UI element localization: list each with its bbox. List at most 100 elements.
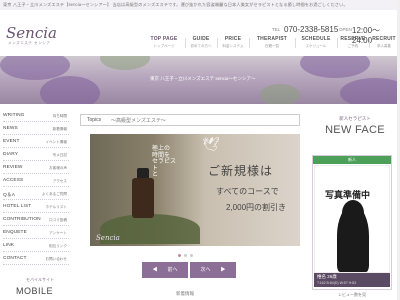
therapist-photo[interactable]: 写真準備中 — [314, 165, 390, 273]
sidebar-item-sublabel: 相互リンク — [49, 244, 67, 248]
nav-price[interactable]: PRICE 料金システム — [218, 36, 248, 52]
nav-reserve[interactable]: RESERVE ご予約 — [338, 36, 368, 52]
silhouette-body — [337, 206, 369, 272]
sidebar-item-sublabel: アクセス — [52, 179, 67, 183]
nav-label: RECRUIT — [372, 36, 396, 42]
nav-top-page[interactable]: TOP PAGE トップページ — [144, 36, 184, 52]
slide-line-3: 2,000円の割引き — [226, 203, 287, 212]
therapist-name: 椎名 26歳 — [317, 274, 337, 279]
sidebar-item-label: CONTACT — [3, 256, 27, 261]
review-link[interactable]: レビュー数を見 — [312, 292, 392, 298]
nav-sublabel: 料金システム — [222, 44, 244, 48]
sidebar-item-hotel-list[interactable]: HOTEL LIST ホテルリスト — [3, 203, 69, 213]
next-button[interactable]: 次へ ▶ — [190, 262, 236, 278]
new-face-subtitle: 新人セラピスト — [339, 116, 371, 121]
sidebar-item-label: DIARY — [3, 152, 19, 157]
promo-slide[interactable]: 極上の 時間を セラピスト と 🕊 ご新規様は すべてのコースで 2,000円の… — [90, 134, 300, 246]
hero-banner: 東京 八王子・立川メンズエステ sencia～センシア～ — [0, 56, 400, 104]
sidebar-item-label: ENQUETE — [3, 230, 27, 235]
sidebar-item-diary[interactable]: DIARY 写メ日記 — [3, 151, 69, 161]
slide-vertical-line: セラピスト — [152, 159, 177, 172]
sidebar-item-sublabel: 新着情報 — [52, 127, 67, 131]
sidebar-item-qa[interactable]: Q＆A よくあるご質問 — [3, 190, 69, 200]
slide-dot[interactable] — [184, 254, 187, 257]
sidebar-item-sublabel: ホテルリスト — [45, 205, 67, 209]
sidebar-item-label: ACCESS — [3, 178, 24, 183]
news-section-title: 新着情報 — [176, 291, 194, 296]
sidebar-item-sublabel: 写メ日記 — [52, 153, 67, 157]
nav-label: SCHEDULE — [301, 36, 331, 42]
nav-recruit[interactable]: RECRUIT 求人募集 — [370, 36, 398, 52]
nav-sublabel: 初めての方へ — [190, 44, 212, 48]
sidebar-item-event[interactable]: EVENT イベント情報 — [3, 138, 69, 148]
nav-sublabel: ご予約 — [347, 44, 359, 48]
sidebar-item-sublabel: お客様の声 — [49, 166, 67, 170]
tel-label: TEL — [272, 27, 281, 32]
sidebar-item-sublabel: アンケート — [49, 231, 67, 235]
therapist-info: 椎名 26歳 T:162 B:84(D) W:57 H:83 — [314, 273, 390, 287]
slide-headline: ご新規様は — [208, 164, 274, 178]
nav-sublabel: スケジュール — [305, 44, 327, 48]
slide-vertical-line: と — [152, 172, 159, 179]
top-notice-bar: 東京 八王子・立川メンズエステ【sencia～センシア～】 当店は高級型のメンズ… — [0, 0, 400, 10]
nav-sublabel: トップページ — [153, 44, 175, 48]
tel-number[interactable]: 070-2338-5815 — [284, 25, 338, 34]
sidebar-item-sublabel: 待ち時間 — [52, 114, 67, 118]
prev-button[interactable]: ◀ 前へ — [142, 262, 188, 278]
sidebar-item-news[interactable]: NEWS 新着情報 — [3, 125, 69, 135]
lavender-decoration — [40, 76, 100, 104]
photo-placeholder-text: 写真準備中 — [325, 190, 371, 200]
sidebar-item-label: WRITING — [3, 113, 25, 118]
nav-label: PRICE — [224, 36, 242, 42]
nav-sublabel: 求人募集 — [377, 44, 391, 48]
topics-text[interactable]: ～高級型メンズエステ～ — [111, 117, 166, 124]
sidebar-item-contribution[interactable]: CONTRIBUTION 口コミ投稿 — [3, 216, 69, 226]
slide-brand: Sencia — [96, 234, 120, 242]
slide-dot[interactable] — [190, 254, 193, 257]
nav-label: THERAPIST — [256, 36, 288, 42]
leaf-decoration — [100, 56, 150, 70]
nav-therapist[interactable]: THERAPIST 在籍一覧 — [250, 36, 294, 52]
topics-bar: Topics ～高級型メンズエステ～ — [80, 114, 300, 126]
lavender-decoration — [340, 78, 400, 104]
sidebar-item-label: LINK — [3, 243, 15, 248]
sidebar-item-link[interactable]: LINK 相互リンク — [3, 242, 69, 252]
sidebar-item-access[interactable]: ACCESS アクセス — [3, 177, 69, 187]
sidebar-item-writing[interactable]: WRITING 待ち時間 — [3, 112, 69, 122]
sidebar-item-sublabel: お問い合わせ — [45, 257, 67, 261]
slide-vertical-line: 極上の — [152, 146, 171, 152]
sidebar-item-sublabel: よくあるご質問 — [41, 192, 67, 196]
sidebar-item-label: EVENT — [3, 139, 20, 144]
nav-label: TOP PAGE — [150, 36, 178, 42]
nav-sublabel: 在籍一覧 — [265, 44, 279, 48]
sidebar-item-enquete[interactable]: ENQUETE アンケート — [3, 229, 69, 239]
sidebar-item-sublabel: イベント情報 — [45, 140, 67, 144]
new-face-title: NEW FACE — [325, 124, 385, 136]
nav-label: RESERVE — [340, 36, 366, 42]
slide-line-2: すべてのコースで — [216, 187, 279, 196]
sidebar-item-review[interactable]: REVIEW お客様の声 — [3, 164, 69, 174]
therapist-measurements: T:162 B:84(D) W:57 H:83 — [317, 281, 357, 285]
sidebar-item-label: REVIEW — [3, 165, 23, 170]
sidebar-item-label: CONTRIBUTION — [3, 217, 41, 222]
leaf-decoration — [260, 84, 300, 104]
topics-label: Topics — [87, 117, 102, 123]
top-notice-text: 東京 八王子・立川メンズエステ【sencia～センシア～】 当店は高級型のメンズ… — [3, 2, 348, 7]
new-badge: 新人 — [313, 156, 391, 164]
open-label: OPEN — [339, 27, 352, 32]
site-logo[interactable]: Sencia — [6, 24, 57, 42]
slide-dot[interactable] — [178, 254, 181, 257]
nav-guide[interactable]: GUIDE 初めての方へ — [186, 36, 216, 52]
site-logo-subtitle: メンズエステ センシア — [8, 41, 51, 45]
sidebar-item-label: NEWS — [3, 126, 18, 131]
slide-vertical-text: 極上の 時間を セラピスト と — [152, 146, 176, 179]
lavender-decoration — [300, 56, 370, 78]
dove-icon: 🕊 — [202, 136, 220, 152]
nav-schedule[interactable]: SCHEDULE スケジュール — [296, 36, 336, 52]
mobile-site-label: モバイルサイト — [26, 277, 54, 282]
nav-label: GUIDE — [192, 36, 210, 42]
therapist-card[interactable]: 新人 写真準備中 椎名 26歳 T:162 B:84(D) W:57 H:83 — [312, 155, 392, 290]
breadcrumb[interactable]: 東京 八王子・立川メンズエステ sencia～センシア～ — [150, 76, 255, 82]
mobile-site-link[interactable]: MOBILE — [16, 286, 53, 296]
sidebar-item-contact[interactable]: CONTACT お問い合わせ — [3, 255, 69, 265]
